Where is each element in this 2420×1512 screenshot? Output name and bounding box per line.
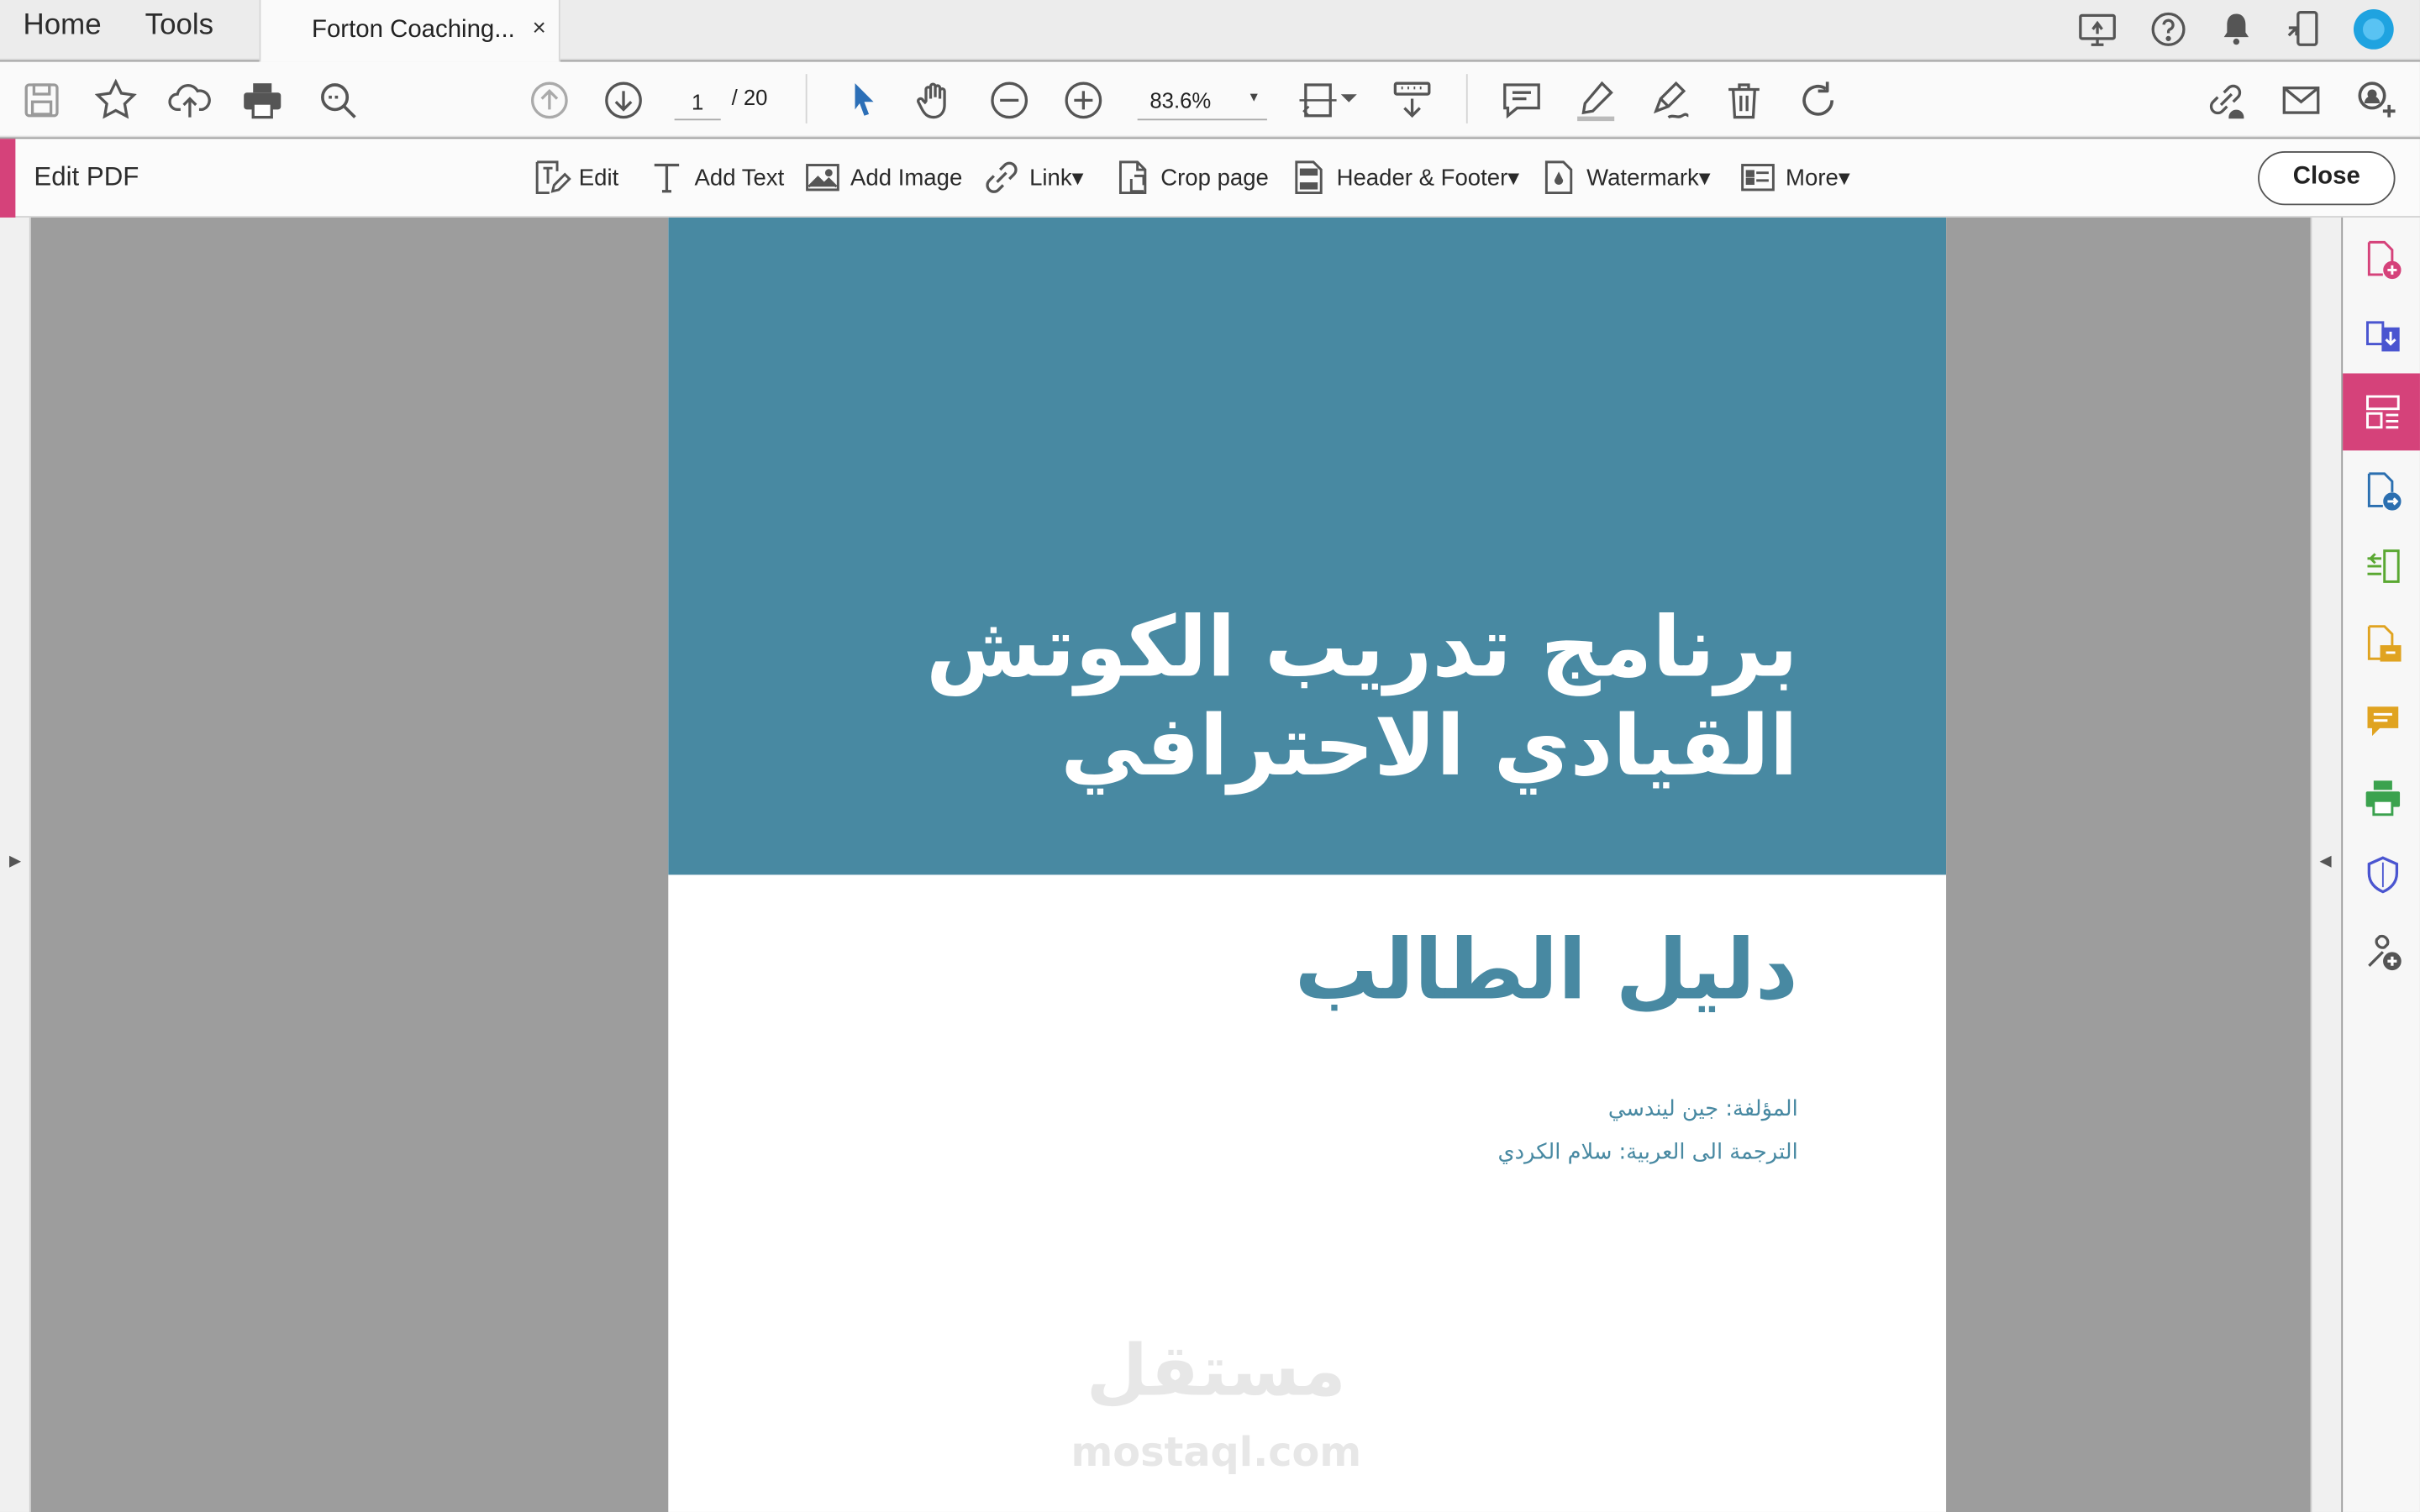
- bell-icon[interactable]: [2215, 8, 2258, 50]
- document-title: برنامج تدريب الكوتش القيادي الاحترافي: [810, 598, 1798, 796]
- hand-icon[interactable]: [912, 77, 958, 123]
- right-panel-toggle[interactable]: ◀: [2310, 217, 2342, 1512]
- zoom-out-icon[interactable]: [986, 77, 1033, 123]
- email-icon[interactable]: [2278, 77, 2324, 123]
- bookmark-star-icon[interactable]: [92, 77, 139, 123]
- rotate-icon[interactable]: [1795, 77, 1841, 123]
- watermark-button[interactable]: Watermark▾: [1539, 156, 1711, 199]
- print-icon[interactable]: [239, 77, 286, 123]
- tab-bar: Home Tools Forton Coaching... ×: [0, 0, 2420, 62]
- export-pdf-icon[interactable]: [2343, 297, 2420, 375]
- edit-label: Edit: [578, 164, 619, 191]
- chevron-down-icon: ▾: [1249, 89, 1258, 107]
- add-image-label: Add Image: [850, 164, 963, 191]
- comment-tool-icon[interactable]: [2343, 682, 2420, 759]
- header-footer-icon: [1295, 160, 1323, 195]
- add-image-button[interactable]: Add Image: [802, 156, 962, 199]
- left-panel-toggle[interactable]: ▶: [0, 217, 31, 1512]
- edit-bar-accent: [0, 139, 16, 218]
- crop-page-label: Crop page: [1160, 164, 1269, 191]
- image-icon: [806, 164, 839, 192]
- close-edit-button[interactable]: Close: [2258, 150, 2396, 206]
- zoom-select[interactable]: 83.6% ▾: [1137, 81, 1267, 121]
- save-icon[interactable]: [18, 77, 65, 123]
- edit-pdf-label: Edit PDF: [34, 161, 139, 192]
- more-tools-icon[interactable]: [2343, 913, 2420, 990]
- combine-files-icon[interactable]: [2343, 452, 2420, 529]
- document-title-line2: القيادي الاحترافي: [1060, 697, 1798, 795]
- scroll-mode-icon[interactable]: [1389, 77, 1435, 123]
- toolbar-divider: [805, 74, 808, 123]
- tab-document[interactable]: Forton Coaching... ×: [259, 0, 560, 62]
- header-footer-button[interactable]: Header & Footer▾: [1289, 156, 1519, 199]
- cloud-upload-icon[interactable]: [166, 77, 213, 123]
- edit-button[interactable]: Edit: [531, 156, 618, 199]
- collapse-right-icon: ◀: [2319, 853, 2332, 870]
- edit-pdf-icon[interactable]: [2343, 373, 2420, 451]
- edit-text-icon: [535, 160, 571, 195]
- more-label: More▾: [1786, 165, 1850, 192]
- print-production-icon[interactable]: [2343, 759, 2420, 837]
- fill-sign-icon[interactable]: [2343, 605, 2420, 682]
- zoom-value: 83.6%: [1150, 87, 1212, 113]
- user-avatar-icon[interactable]: [2352, 8, 2395, 50]
- page-up-icon[interactable]: [526, 77, 572, 123]
- share-screen-icon[interactable]: [2075, 8, 2118, 50]
- tab-tools[interactable]: Tools: [145, 9, 213, 43]
- add-text-button[interactable]: Add Text: [647, 156, 785, 199]
- close-tab-icon[interactable]: ×: [533, 15, 546, 41]
- watermark-logo-arabic: مستقل: [1086, 1328, 1346, 1412]
- sign-icon[interactable]: [1647, 77, 1693, 123]
- page-total: / 20: [731, 85, 768, 110]
- text-icon: [654, 163, 680, 193]
- pdf-page[interactable]: برنامج تدريب الكوتش القيادي الاحترافي دل…: [668, 217, 1947, 1512]
- page-down-icon[interactable]: [600, 77, 646, 123]
- expand-left-icon: ▶: [9, 853, 22, 870]
- watermark-logo-url: mostaql.com: [1071, 1430, 1362, 1477]
- organize-pages-icon[interactable]: [2343, 528, 2420, 605]
- help-icon[interactable]: [2147, 8, 2190, 50]
- header-footer-label: Header & Footer▾: [1336, 165, 1520, 192]
- crop-page-button[interactable]: Crop page: [1113, 156, 1269, 199]
- document-translator: الترجمة الى العربية: سلام الكردي: [1497, 1140, 1798, 1165]
- highlight-icon[interactable]: [1573, 77, 1619, 123]
- document-tab-title: Forton Coaching...: [312, 17, 515, 44]
- crop-icon: [1118, 160, 1147, 195]
- document-subtitle: دليل الطالب: [1294, 921, 1798, 1019]
- more-button[interactable]: More▾: [1738, 156, 1850, 199]
- select-arrow-icon[interactable]: [839, 77, 886, 123]
- create-pdf-icon[interactable]: [2343, 221, 2420, 298]
- toolbar-divider: [1465, 74, 1468, 123]
- document-author: المؤلفة: جين ليندسي: [1607, 1096, 1798, 1122]
- zoom-search-icon[interactable]: [315, 77, 361, 123]
- delete-icon[interactable]: [1721, 77, 1767, 123]
- link-icon: [986, 161, 1018, 193]
- watermark-label: Watermark▾: [1586, 165, 1711, 192]
- protect-icon[interactable]: [2343, 836, 2420, 913]
- link-label: Link▾: [1029, 165, 1084, 192]
- tools-pane: [2343, 217, 2420, 1512]
- add-user-icon[interactable]: [2352, 77, 2398, 123]
- edit-pdf-bar: Edit PDF Edit Add Text Add Image Link▾ C…: [0, 139, 2420, 218]
- link-share-icon[interactable]: [2202, 77, 2249, 123]
- watermark-icon: [1544, 160, 1573, 195]
- add-text-label: Add Text: [694, 164, 785, 191]
- document-title-line1: برنامج تدريب الكوتش: [925, 598, 1798, 696]
- zoom-in-icon[interactable]: [1060, 77, 1107, 123]
- fit-page-icon[interactable]: [1297, 77, 1358, 123]
- link-button[interactable]: Link▾: [981, 156, 1083, 199]
- main-toolbar: / 20 83.6% ▾: [0, 61, 2420, 138]
- tab-home[interactable]: Home: [24, 9, 102, 43]
- mobile-link-icon[interactable]: [2282, 8, 2325, 50]
- page-number-input[interactable]: [674, 83, 721, 121]
- more-tools-list-icon: [1741, 164, 1775, 192]
- comment-icon[interactable]: [1498, 77, 1544, 123]
